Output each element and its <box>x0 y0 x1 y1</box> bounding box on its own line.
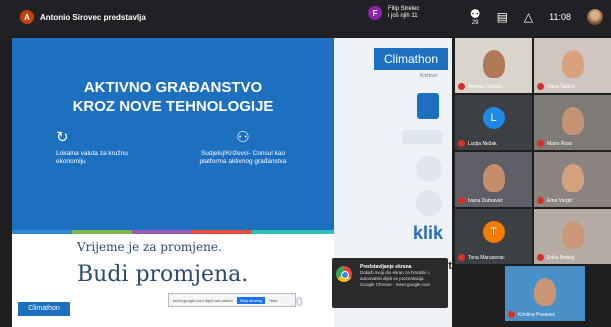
muted-mic-icon <box>537 140 544 147</box>
clock: 11:08 <box>549 12 571 22</box>
participant-name: Kristina Posavec <box>508 311 555 318</box>
chat-icon: ▤ <box>496 10 508 24</box>
feature-currency-text: Lokalna valuta za kružnu ekonomiju <box>56 150 128 165</box>
participant-name: Hana Šalinić <box>537 83 575 90</box>
participant-video <box>482 164 505 192</box>
chat-button[interactable]: ▤ <box>497 11 508 23</box>
chrome-icon <box>336 266 352 282</box>
feature-platform: ⚇ Sudjeluj!Križevci- Consul kao platform… <box>188 129 298 166</box>
muted-mic-icon <box>537 83 544 90</box>
participant-tile[interactable]: Ivana Dubravec <box>455 152 532 207</box>
raised-name: Filip Strelec <box>388 6 420 12</box>
slide-title-line1: AKTIVNO GRAĐANSTVO <box>83 79 263 96</box>
system-notification[interactable]: Predstavljanje ekrana Dokaži svoji dio e… <box>332 258 448 308</box>
climathon-sub: Križevci <box>420 73 438 79</box>
participants-count: 29 <box>471 20 479 26</box>
stripe <box>252 230 334 234</box>
climathon-logo-bottom: Climathon <box>18 302 70 316</box>
participant-name: Lucija Nežak <box>458 140 497 147</box>
muted-mic-icon <box>537 254 544 261</box>
participant-video <box>561 50 584 78</box>
participant-name: Antonio Sirovec <box>458 83 503 90</box>
meet-top-bar: A Antonio Sirovec predstavlja F Filip St… <box>0 0 611 36</box>
muted-mic-icon <box>508 311 515 318</box>
city-crest-logo <box>417 93 439 119</box>
people-icon: ⚉ <box>469 7 481 21</box>
participant-avatar: T <box>482 221 505 243</box>
participant-name-text: Ivana Dubravec <box>468 197 504 204</box>
participant-name-text: Hana Šalinić <box>547 83 576 90</box>
raised-avatar: F <box>368 6 382 20</box>
participant-tile[interactable]: Ema Vargić <box>534 152 611 207</box>
stripe <box>192 230 252 234</box>
quote-small: Vrijeme je za promjene. <box>77 240 222 254</box>
slide-title-line2: KROZ NOVE TEHNOLOGIJE <box>72 98 274 115</box>
participants-button[interactable]: ⚉ 29 <box>470 8 481 26</box>
climathon-logo: Climathon <box>374 48 448 70</box>
presenter-avatar: A <box>20 10 34 24</box>
shapes-icon: △ <box>523 10 534 24</box>
stripe <box>132 230 192 234</box>
participant-name: Ivana Dubravec <box>458 197 503 204</box>
participant-video <box>561 164 584 192</box>
quote-big: Budi promjena. <box>77 262 249 287</box>
participant-video <box>561 221 584 249</box>
share-bar-text: meet.google.com dijeli vaš zaslon <box>173 297 233 303</box>
self-avatar[interactable] <box>587 9 603 25</box>
recycle-icon: ↻ <box>56 129 69 146</box>
muted-mic-icon <box>458 197 465 204</box>
muted-mic-icon <box>537 197 544 204</box>
slide-quote: Vrijeme je za promjene. Budi promjena. <box>77 240 248 287</box>
feature-currency: ↻ Lokalna valuta za kružnu ekonomiju <box>56 129 136 166</box>
participant-video <box>482 50 505 78</box>
raised-hand-indicator[interactable]: F Filip Strelec i još njih 11 <box>368 6 419 20</box>
participant-name-text: Lucija Nežak <box>468 140 497 147</box>
klik-logo: klik <box>413 223 444 243</box>
notification-source: Google Chrome · meet.google.com <box>360 282 431 287</box>
presenter-label: Antonio Sirovec predstavlja <box>40 12 146 22</box>
slide-title: AKTIVNO GRAĐANSTVO KROZ NOVE TEHNOLOGIJE <box>12 78 334 116</box>
participant-name-text: Kristina Posavec <box>518 311 556 318</box>
muted-mic-icon <box>458 254 465 261</box>
participant-name: Tona Marusevac <box>458 254 505 261</box>
participant-tile[interactable]: Erika Bedeg <box>534 209 611 264</box>
participant-tile[interactable]: Antonio Sirovec <box>455 38 532 93</box>
participant-name: Mario Ross <box>537 140 572 147</box>
participant-name-text: Mario Ross <box>547 140 573 147</box>
participant-name-text: Erika Bedeg <box>547 254 575 261</box>
participant-name: Ema Vargić <box>537 197 572 204</box>
notification-body: Dokaži svoji dio ekran za hrvatski i, au… <box>360 270 431 281</box>
participant-tile[interactable]: Hana Šalinić <box>534 38 611 93</box>
hide-button[interactable]: Hide <box>269 298 277 303</box>
participant-name-text: Ema Vargić <box>547 197 573 204</box>
stop-sharing-button[interactable]: Stop sharing <box>236 296 266 304</box>
participant-name-text: Tona Marusevac <box>468 254 505 261</box>
presenter-indicator[interactable]: A Antonio Sirovec predstavlja <box>20 10 146 24</box>
group-icon: ⚇ <box>236 129 250 146</box>
participant-name: Erika Bedeg <box>537 254 574 261</box>
participant-tile[interactable]: T Tona Marusevac <box>455 209 532 264</box>
participant-tile[interactable]: Mario Ross <box>534 95 611 150</box>
screen-share-bar: meet.google.com dijeli vaš zaslon Stop s… <box>168 293 296 307</box>
seal-logo <box>416 190 442 216</box>
association-logo <box>416 156 442 182</box>
muted-mic-icon <box>458 83 465 90</box>
stripe <box>72 230 132 234</box>
participant-tile[interactable]: Kristina Posavec <box>505 266 585 321</box>
participant-video <box>534 278 556 306</box>
partner-logo <box>402 130 442 144</box>
muted-mic-icon <box>458 140 465 147</box>
activities-button[interactable]: △ <box>524 11 533 23</box>
participant-name-text: Antonio Sirovec <box>468 83 504 90</box>
participant-video <box>561 107 584 135</box>
participant-tile[interactable]: L Lucija Nežak <box>455 95 532 150</box>
participant-avatar: L <box>482 107 505 129</box>
feature-platform-text: Sudjeluj!Križevci- Consul kao platforma … <box>199 150 287 165</box>
raised-sub: i još njih 11 <box>388 13 418 19</box>
stripe <box>12 230 72 234</box>
